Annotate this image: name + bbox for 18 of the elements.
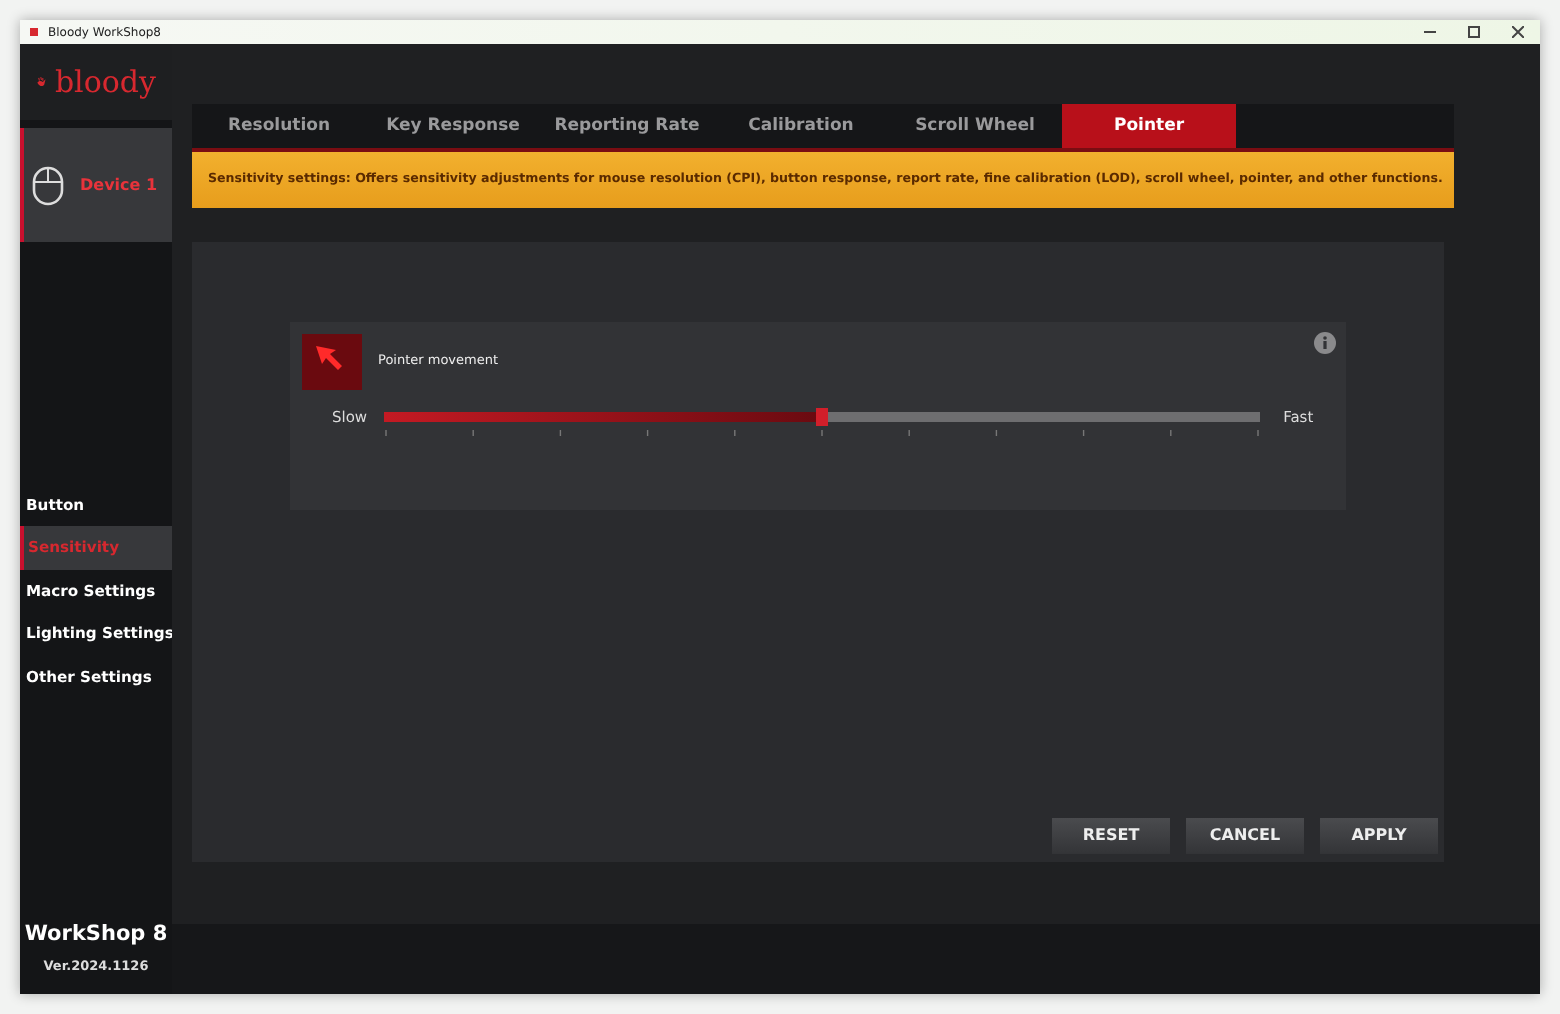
info-icon[interactable] xyxy=(1314,332,1336,354)
app-icon xyxy=(28,26,40,38)
mouse-icon xyxy=(32,165,64,205)
tab[interactable]: Resolution xyxy=(192,104,366,148)
tab[interactable]: Calibration xyxy=(714,104,888,148)
action-button[interactable]: CANCEL xyxy=(1186,818,1304,854)
tab[interactable]: Reporting Rate xyxy=(540,104,714,148)
slider-thumb[interactable] xyxy=(815,408,828,427)
close-icon[interactable] xyxy=(1512,26,1524,38)
action-button[interactable]: APPLY xyxy=(1320,818,1438,854)
tab[interactable]: Scroll Wheel xyxy=(888,104,1062,148)
maximize-icon[interactable] xyxy=(1468,26,1480,38)
brand-logo: bloody xyxy=(54,61,156,104)
tab[interactable]: Pointer xyxy=(1062,104,1236,148)
app-name: WorkShop 8 xyxy=(22,919,170,949)
action-button[interactable]: RESET xyxy=(1052,818,1170,854)
tab[interactable]: Key Response xyxy=(366,104,540,148)
minimize-icon[interactable] xyxy=(1424,26,1436,38)
